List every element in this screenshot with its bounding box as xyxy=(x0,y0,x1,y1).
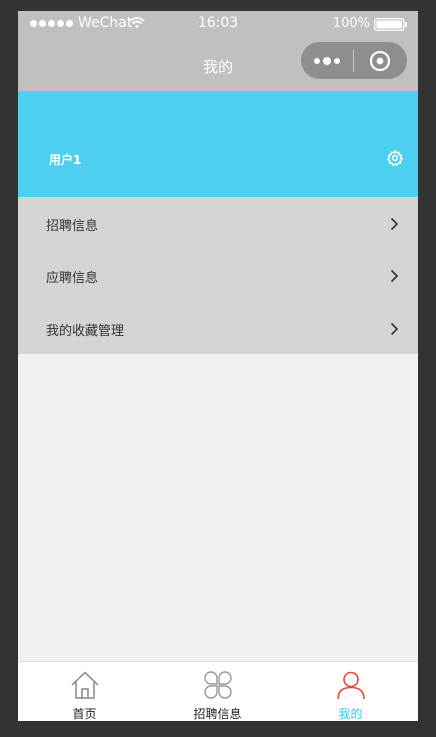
home-icon xyxy=(70,671,99,699)
menu-item-favorites[interactable]: 我的收藏管理 xyxy=(18,302,418,354)
menu-list: 招聘信息 应聘信息 我的收藏管理 xyxy=(18,197,418,354)
battery-percent: 100% xyxy=(332,16,370,31)
gear-icon[interactable] xyxy=(386,149,404,167)
tab-mine[interactable]: 我的 xyxy=(284,662,418,721)
tab-home[interactable]: 首页 xyxy=(18,662,151,721)
tab-recruitment[interactable]: 招聘信息 xyxy=(151,662,284,721)
menu-item-applications[interactable]: 应聘信息 xyxy=(18,249,418,301)
user-name: 用户1 xyxy=(49,153,82,167)
close-miniprogram-button[interactable] xyxy=(354,42,406,79)
person-icon xyxy=(337,671,365,700)
clover-icon xyxy=(203,671,232,699)
status-bar: WeChat 16:03 100% xyxy=(18,11,418,39)
battery-icon xyxy=(374,18,407,31)
chevron-right-icon xyxy=(390,217,399,231)
chevron-right-icon xyxy=(390,270,399,283)
target-icon xyxy=(369,50,391,71)
header: WeChat 16:03 100% 我的 xyxy=(18,11,418,91)
tab-bar: 首页 招聘信息 我的 xyxy=(18,661,418,721)
menu-item-recruitment[interactable]: 招聘信息 xyxy=(18,197,418,249)
chevron-right-icon xyxy=(390,322,399,335)
tab-label: 招聘信息 xyxy=(193,707,242,721)
phone-screen: WeChat 16:03 100% 我的 用户1 招聘信息 应聘信息 我的收藏管… xyxy=(18,11,418,721)
more-button[interactable] xyxy=(301,42,353,79)
menu-item-label: 招聘信息 xyxy=(46,219,99,234)
tab-label: 我的 xyxy=(338,707,363,721)
user-banner: 用户1 xyxy=(18,91,418,197)
menu-item-label: 应聘信息 xyxy=(46,271,99,287)
miniprogram-capsule xyxy=(301,42,407,79)
tab-label: 首页 xyxy=(72,707,97,721)
menu-item-label: 我的收藏管理 xyxy=(46,323,125,339)
